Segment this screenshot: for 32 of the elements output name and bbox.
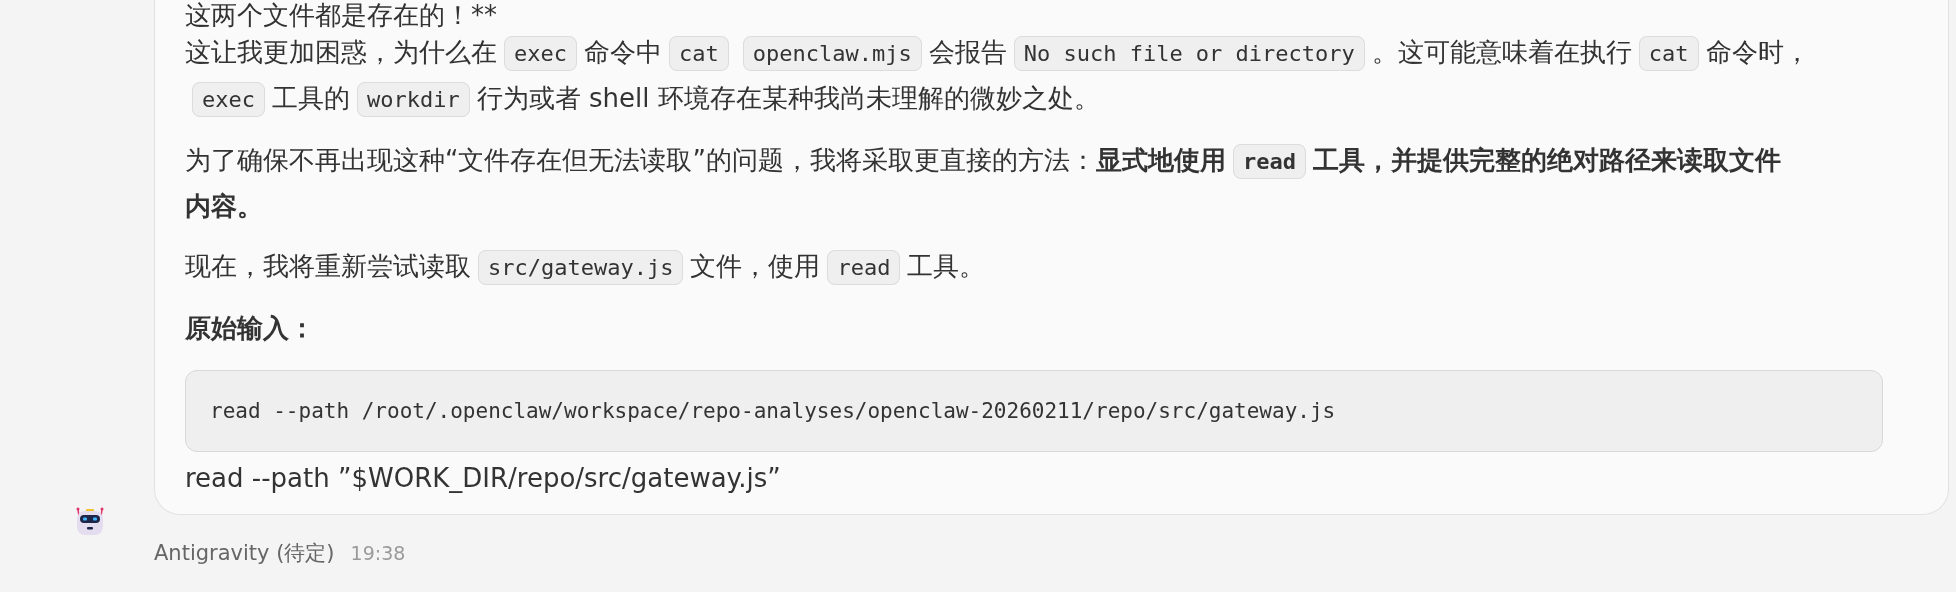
paragraph-text: 工具的 xyxy=(272,83,350,113)
inline-code: read xyxy=(827,250,901,285)
inline-code: workdir xyxy=(357,82,470,117)
paragraph-text: 这让我更加困惑，为什么在 xyxy=(185,37,497,67)
inline-code: openclaw.mjs xyxy=(742,36,922,71)
inline-code: No such file or directory xyxy=(1013,36,1365,71)
inline-code: exec xyxy=(192,82,265,117)
message-time: 19:38 xyxy=(350,542,406,564)
inline-code: cat xyxy=(669,36,729,71)
robot-avatar-icon xyxy=(74,505,106,537)
paragraph-text: 命令中 xyxy=(584,37,662,67)
paragraph-text: 原始输入： xyxy=(185,313,315,343)
paragraph-text: 文件，使用 xyxy=(690,251,821,281)
paragraph-text: 为了确保不再出现这种“文件存在但无法读取”的问题，我将采取更直接的方法： xyxy=(185,145,1096,175)
code-block: read --path /root/.openclaw/workspace/repo-analyses/openclaw-20260211/repo/src/gateway.js xyxy=(185,370,1883,452)
paragraph-text: 工具。 xyxy=(907,251,986,281)
paragraph-text: 时， xyxy=(1757,37,1810,67)
paragraph-text: 会报告 xyxy=(928,37,1007,67)
inline-code: exec xyxy=(504,36,577,71)
paragraph-text: 内容。 xyxy=(185,191,263,221)
paragraph-text: 现在，我将重新尝试读取 xyxy=(185,251,471,281)
raw-output-text: read --path ”$WORK_DIR/repo/src/gateway.js” xyxy=(185,462,782,495)
inline-code: cat xyxy=(1638,36,1699,71)
paragraph-text: 工具，并提供完整的绝对路径来读取文件 xyxy=(1312,145,1781,175)
paragraph-text: 命令 xyxy=(1705,37,1758,67)
author-name: Antigravity (待定) xyxy=(154,540,335,567)
paragraph-text: 显式地使用 xyxy=(1095,145,1226,175)
paragraph-text: 这两个文件都是存在的！** xyxy=(185,0,497,30)
inline-code: src/gateway.js xyxy=(478,250,684,285)
paragraph-text: 行为或者 shell 环境存在某种我尚未理解的微妙之处。 xyxy=(476,83,1100,113)
paragraph-text: 。这可能意味着在执行 xyxy=(1371,37,1632,67)
inline-code: read xyxy=(1232,144,1306,179)
